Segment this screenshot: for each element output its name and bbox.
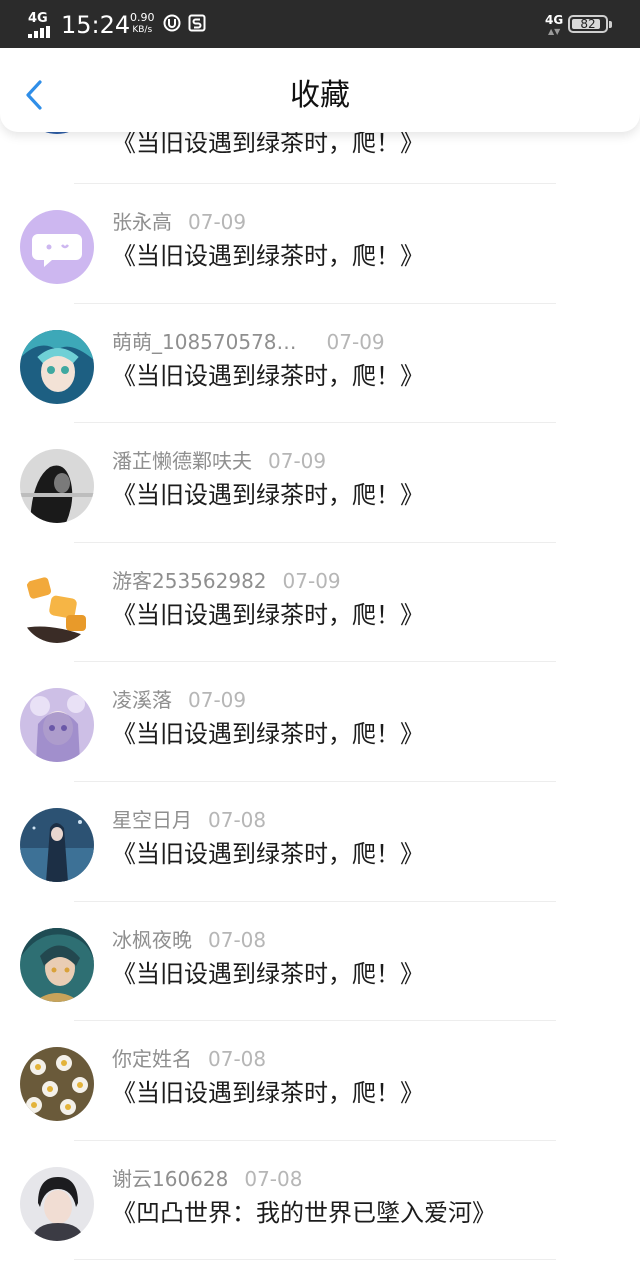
avatar: [20, 568, 94, 643]
battery-cap: [609, 21, 612, 28]
signal-icon: [28, 26, 54, 38]
favorite-item[interactable]: 游客253562982 07-09 《当旧设遇到绿茶时，爬！》: [0, 543, 640, 663]
app-header: 收藏: [0, 48, 640, 132]
favorite-title: 《当旧设遇到绿茶时，爬！》: [112, 242, 424, 270]
favorite-title: 《当旧设遇到绿茶时，爬！》: [112, 959, 424, 988]
battery-level: 82: [580, 17, 596, 31]
author-name[interactable]: 谢云160628: [112, 1167, 228, 1191]
favorite-item[interactable]: 星空日月 07-08 《当旧设遇到绿茶时，爬！》: [0, 782, 640, 902]
status-bar: 4G 15:24 0.90 KB/s 4G ▲▼ 82: [0, 0, 640, 48]
favorite-item[interactable]: 冰枫夜晚 07-08 《当旧设遇到绿茶时，爬！》: [0, 902, 640, 1022]
author-name[interactable]: 潘芷懒德鄴呋夫: [112, 449, 252, 473]
speed-value: 0.90: [130, 11, 155, 24]
post-date: 07-08: [244, 1166, 303, 1191]
avatar: [20, 927, 94, 1002]
favorites-list: 《当旧设遇到绿茶时，爬！》 张永高 07-09 《当旧设遇到绿茶时，爬！》 萌萌…: [0, 60, 640, 1261]
post-date: 07-09: [268, 449, 327, 474]
favorite-title: 《当旧设遇到绿茶时，爬！》: [112, 720, 424, 749]
author-name[interactable]: 冰枫夜晚: [112, 928, 192, 952]
author-name[interactable]: 萌萌_108570578…: [112, 330, 297, 354]
divider: [74, 1259, 556, 1261]
post-date: 07-08: [208, 807, 267, 832]
favorite-meta: 萌萌_108570578… 07-09: [112, 330, 385, 354]
favorite-meta: 张永高 07-09: [112, 210, 246, 234]
favorite-item[interactable]: 萌萌_108570578… 07-09 《当旧设遇到绿茶时，爬！》: [0, 304, 640, 424]
author-name[interactable]: 星空日月: [112, 808, 192, 832]
speed-unit: KB/s: [132, 25, 153, 35]
avatar: [20, 807, 94, 882]
network-speed: 0.90 KB/s: [130, 12, 155, 36]
favorite-meta: 游客253562982 07-09: [112, 569, 341, 593]
favorite-meta: 凌溪落 07-09: [112, 688, 246, 712]
favorite-title: 《当旧设遇到绿茶时，爬！》: [112, 129, 424, 157]
favorite-item[interactable]: 张永高 07-09 《当旧设遇到绿茶时，爬！》: [0, 184, 640, 304]
post-date: 07-09: [282, 568, 341, 593]
favorite-meta: 你定姓名 07-08: [112, 1047, 266, 1071]
post-date: 07-09: [188, 210, 247, 234]
network-type: 4G: [28, 11, 48, 26]
favorite-title: 《凹凸世界：我的世界已墜入爱河》: [112, 1198, 496, 1227]
notification-u-icon: [163, 14, 181, 32]
favorite-meta: 冰枫夜晚 07-08: [112, 928, 266, 952]
network-type-right: 4G: [545, 13, 564, 27]
favorite-title: 《当旧设遇到绿茶时，爬！》: [112, 839, 424, 868]
avatar: [20, 449, 94, 524]
post-date: 07-08: [208, 1047, 267, 1072]
clock: 15:24: [61, 11, 131, 39]
avatar: [20, 1047, 94, 1122]
author-name[interactable]: 游客253562982: [112, 569, 267, 593]
favorite-item[interactable]: 你定姓名 07-08 《当旧设遇到绿茶时，爬！》: [0, 1021, 640, 1141]
post-date: 07-09: [188, 688, 247, 713]
favorite-item[interactable]: 凌溪落 07-09 《当旧设遇到绿茶时，爬！》: [0, 662, 640, 782]
avatar: [20, 1166, 94, 1241]
author-name[interactable]: 你定姓名: [112, 1047, 192, 1071]
favorite-title: 《当旧设遇到绿茶时，爬！》: [112, 1079, 424, 1108]
data-arrows-icon: ▲▼: [548, 27, 561, 36]
notification-s-icon: [188, 14, 206, 32]
favorite-meta: 谢云160628 07-08: [112, 1167, 302, 1191]
page-title: 收藏: [290, 78, 350, 113]
battery-icon: 82: [568, 15, 608, 33]
favorite-meta: 潘芷懒德鄴呋夫 07-09: [112, 449, 326, 473]
favorite-meta: 星空日月 07-08: [112, 808, 266, 832]
favorite-title: 《当旧设遇到绿茶时，爬！》: [112, 361, 424, 390]
favorite-title: 《当旧设遇到绿茶时，爬！》: [112, 481, 424, 510]
favorite-item[interactable]: 潘芷懒德鄴呋夫 07-09 《当旧设遇到绿茶时，爬！》: [0, 423, 640, 543]
author-name[interactable]: 凌溪落: [112, 688, 172, 712]
avatar: [20, 210, 94, 284]
favorite-item[interactable]: 谢云160628 07-08 《凹凸世界：我的世界已墜入爱河》: [0, 1141, 640, 1261]
post-date: 07-08: [208, 927, 267, 952]
avatar: [20, 688, 94, 763]
post-date: 07-09: [326, 329, 385, 354]
avatar: [20, 329, 94, 404]
author-name[interactable]: 张永高: [112, 210, 172, 234]
favorite-title: 《当旧设遇到绿茶时，爬！》: [112, 600, 424, 629]
